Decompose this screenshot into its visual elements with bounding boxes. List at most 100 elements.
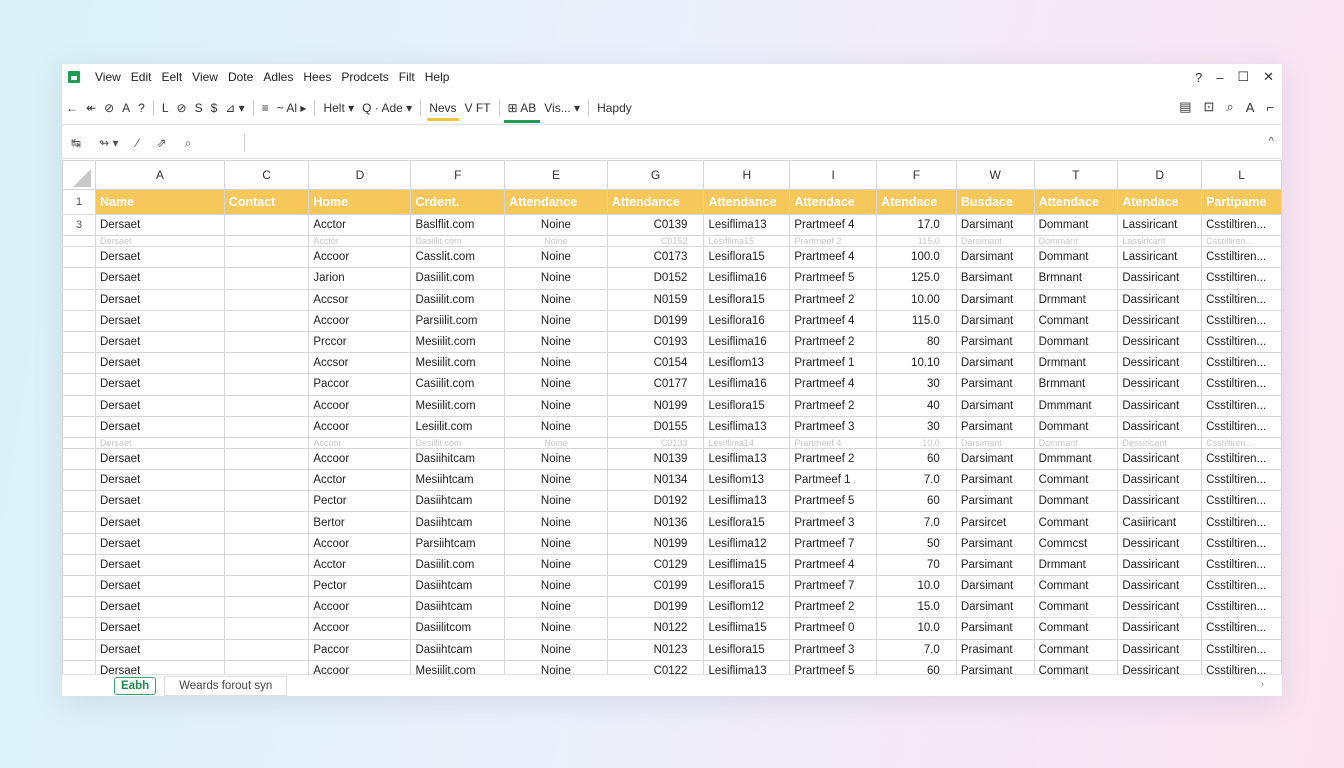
table-cell[interactable]: Brmnant xyxy=(1033,267,1119,290)
table-cell[interactable]: Accoor xyxy=(308,394,412,417)
table-cell[interactable]: Paccor xyxy=(308,373,412,396)
header-cell[interactable]: Contact xyxy=(223,189,310,215)
table-cell[interactable]: 10.0 xyxy=(876,574,957,598)
row-number[interactable] xyxy=(62,415,96,438)
table-cell[interactable]: Noine xyxy=(504,447,608,471)
table-cell[interactable]: Dersaet xyxy=(95,267,225,290)
table-cell[interactable]: Dersaet xyxy=(95,309,225,332)
table-cell[interactable]: Dassiricant xyxy=(1117,415,1203,438)
table-cell[interactable]: Parsimant xyxy=(955,373,1035,396)
table-cell[interactable]: Dmmmant xyxy=(1033,447,1119,471)
table-cell[interactable]: Parsimant xyxy=(955,617,1035,640)
table-cell[interactable]: Csstiltiren... xyxy=(1201,330,1282,354)
table-cell[interactable]: Dersaet xyxy=(95,659,225,674)
table-cell[interactable]: Dessiricant xyxy=(1117,330,1203,354)
table-cell[interactable]: Dassiricant xyxy=(1117,288,1203,311)
table-cell[interactable]: Darsimant xyxy=(955,394,1035,417)
table-cell[interactable]: Csstiltiren... xyxy=(1201,574,1282,598)
table-cell[interactable]: Csstiltiren... xyxy=(1201,532,1282,555)
row-number[interactable] xyxy=(62,511,96,534)
table-cell[interactable] xyxy=(223,235,310,248)
table-cell[interactable]: Noine xyxy=(504,394,608,417)
table-cell[interactable]: Csstiltiren... xyxy=(1201,659,1282,674)
table-cell[interactable]: Dessiricant xyxy=(1117,532,1203,555)
zoom-dropdown[interactable]: Q · Ade ▾ xyxy=(358,93,416,123)
table-cell[interactable]: Lesiflima13 xyxy=(703,213,791,237)
table-cell[interactable]: Prartmeef 3 xyxy=(789,638,878,661)
table-cell[interactable]: Drmmant xyxy=(1033,553,1119,577)
table-cell[interactable]: Dersaet xyxy=(95,415,225,438)
table-cell[interactable]: Dersaet xyxy=(95,330,225,354)
wrap-icon[interactable]: ↹ xyxy=(62,136,90,150)
menu-hees[interactable]: Hees xyxy=(298,70,336,84)
table-cell[interactable]: 10.10 xyxy=(876,352,957,375)
row-number[interactable] xyxy=(62,447,96,471)
table-cell[interactable]: Dasiihtcam xyxy=(410,574,506,598)
table-cell[interactable]: Prartmeef 4 xyxy=(789,213,878,237)
table-cell[interactable]: 17.0 xyxy=(876,213,957,237)
table-cell[interactable]: Noine xyxy=(504,373,608,396)
table-cell[interactable]: Csstiltiren... xyxy=(1201,267,1282,290)
table-cell[interactable]: Lesiflom13 xyxy=(703,469,791,492)
table-cell[interactable]: Prartmeef 2 xyxy=(789,235,878,248)
row-number[interactable] xyxy=(62,490,96,513)
table-cell[interactable]: Prartmeef 4 xyxy=(789,373,878,396)
table-cell[interactable]: Jarion xyxy=(308,267,412,290)
table-cell[interactable]: 15.0 xyxy=(876,596,957,619)
table-cell[interactable]: Accsor xyxy=(308,352,412,375)
document-icon[interactable]: ▤ xyxy=(1179,99,1191,115)
table-cell[interactable]: Prartmeef 2 xyxy=(789,288,878,311)
table-cell[interactable]: Darsimant xyxy=(955,574,1035,598)
table-cell[interactable]: Dersaet xyxy=(95,436,225,449)
table-cell[interactable]: Prartmeef 2 xyxy=(789,447,878,471)
column-header[interactable]: T xyxy=(1033,160,1119,190)
table-cell[interactable]: Lesiflom13 xyxy=(703,352,791,375)
header-cell[interactable]: Attendance xyxy=(606,189,705,215)
table-cell[interactable]: Prartmeef 5 xyxy=(789,490,878,513)
visibility-dropdown[interactable]: Vis... ▾ xyxy=(540,93,584,123)
table-cell[interactable]: Dersaet xyxy=(95,574,225,598)
font-icon[interactable]: A xyxy=(118,93,134,123)
row-number[interactable] xyxy=(62,596,96,619)
table-cell[interactable]: Darsimant xyxy=(955,447,1035,471)
column-header[interactable]: H xyxy=(703,160,791,190)
table-cell[interactable]: Csstiltiren... xyxy=(1201,235,1282,248)
table-cell[interactable]: 7.0 xyxy=(876,469,957,492)
table-cell[interactable]: Dessiricant xyxy=(1117,596,1203,619)
sheet-grid[interactable]: ACDFEGHIFWTDL 1 Name Contact Home Crdent. Att… xyxy=(62,160,1282,674)
table-cell[interactable]: N0199 xyxy=(606,532,705,555)
table-cell[interactable]: Darsimant xyxy=(955,596,1035,619)
sheet-tab-other[interactable]: Weards forout syn xyxy=(164,676,288,696)
table-cell[interactable]: 80 xyxy=(876,330,957,354)
table-cell[interactable]: Csstiltiren... xyxy=(1201,415,1282,438)
row-number[interactable] xyxy=(62,638,96,661)
table-cell[interactable]: Csstiltiren... xyxy=(1201,394,1282,417)
table-cell[interactable]: Commant xyxy=(1033,638,1119,661)
menu-view[interactable]: View xyxy=(90,70,126,84)
table-cell[interactable]: Darsimant xyxy=(955,288,1035,311)
table-cell[interactable]: Prartmeef 3 xyxy=(789,511,878,534)
table-cell[interactable]: C0193 xyxy=(606,330,705,354)
header-cell[interactable]: Home xyxy=(308,189,412,215)
table-cell[interactable]: Dersaet xyxy=(95,596,225,619)
table-cell[interactable]: Prartmeef 4 xyxy=(789,436,878,449)
column-header[interactable]: F xyxy=(410,160,506,190)
table-cell[interactable]: Mesiilit.com xyxy=(410,394,506,417)
table-cell[interactable] xyxy=(223,447,310,471)
table-cell[interactable]: Dommant xyxy=(1033,330,1119,354)
table-cell[interactable]: D0192 xyxy=(606,490,705,513)
table-cell[interactable]: C0139 xyxy=(606,213,705,237)
table-cell[interactable]: Noine xyxy=(504,267,608,290)
table-cell[interactable] xyxy=(223,309,310,332)
table-cell[interactable]: Dassiricant xyxy=(1117,469,1203,492)
table-cell[interactable]: Dommant xyxy=(1033,415,1119,438)
table-cell[interactable]: Lesiflima13 xyxy=(703,415,791,438)
table-cell[interactable]: 70 xyxy=(876,553,957,577)
lines-icon[interactable]: ≡ xyxy=(258,93,273,123)
row-number[interactable] xyxy=(62,352,96,375)
table-cell[interactable]: Noine xyxy=(504,574,608,598)
column-header[interactable]: I xyxy=(789,160,878,190)
table-cell[interactable]: Dasiilitcom xyxy=(410,617,506,640)
table-cell[interactable]: Dersaet xyxy=(95,532,225,555)
table-cell[interactable]: Csstiltiren... xyxy=(1201,511,1282,534)
